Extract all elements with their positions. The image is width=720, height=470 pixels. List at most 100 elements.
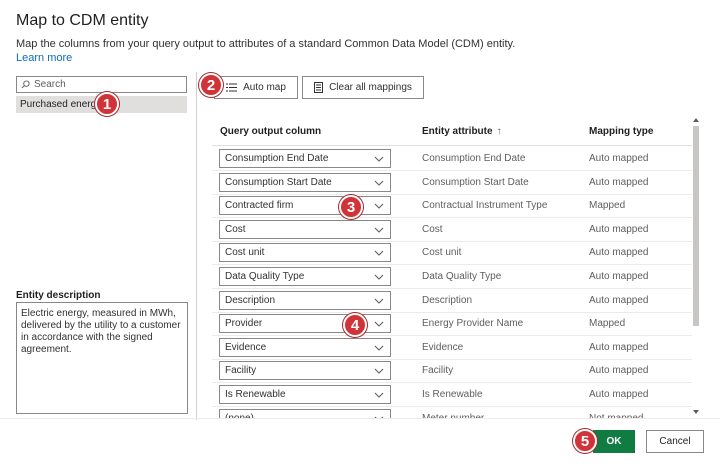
auto-map-label: Auto map bbox=[243, 82, 286, 93]
chevron-down-icon bbox=[374, 298, 384, 304]
mapping-type-cell: Auto mapped bbox=[589, 176, 649, 188]
query-column-dropdown[interactable]: Data Quality Type bbox=[219, 267, 391, 286]
chevron-down-icon bbox=[374, 345, 384, 351]
table-row: Provider Energy Provider Name Mapped bbox=[212, 312, 692, 337]
header-mapping-type[interactable]: Mapping type bbox=[589, 126, 653, 137]
step-badge-3: 3 bbox=[339, 195, 363, 219]
entity-attribute-cell: Data Quality Type bbox=[422, 271, 502, 282]
query-column-dropdown[interactable]: Facility bbox=[219, 361, 391, 381]
entity-attribute-cell: Is Renewable bbox=[422, 389, 483, 400]
footer-divider bbox=[0, 418, 720, 419]
entity-name: Purchased energy bbox=[20, 99, 102, 110]
table-row: Contracted firm Contractual Instrument Ty… bbox=[212, 194, 692, 219]
cancel-button[interactable]: Cancel bbox=[646, 430, 704, 453]
chevron-down-icon bbox=[374, 251, 384, 257]
query-column-dropdown[interactable]: Is Renewable bbox=[219, 385, 391, 404]
table-row: Consumption End Date Consumption End Date… bbox=[212, 147, 692, 171]
chevron-down-icon bbox=[374, 392, 384, 398]
entity-attribute-cell: Description bbox=[422, 294, 473, 306]
sort-ascending-icon: ↑ bbox=[496, 126, 502, 137]
step-badge-4: 4 bbox=[343, 313, 367, 337]
table-row: Cost unit Cost unit Auto mapped bbox=[212, 241, 692, 266]
step-badge-2: 2 bbox=[199, 73, 223, 97]
step-badge-5: 5 bbox=[573, 429, 597, 453]
chevron-down-icon bbox=[374, 156, 384, 162]
query-column-value: Facility bbox=[225, 365, 257, 377]
document-icon bbox=[314, 82, 324, 93]
entity-attribute-cell: Energy Provider Name bbox=[422, 318, 524, 330]
entity-attribute-cell: Contractual Instrument Type bbox=[422, 200, 548, 212]
table-row: Cost Cost Auto mapped bbox=[212, 218, 692, 242]
query-column-value: Provider bbox=[225, 318, 263, 330]
query-column-dropdown[interactable]: Evidence bbox=[219, 337, 391, 357]
mapping-table: Query output column Entity attribute ↑ Ma… bbox=[212, 116, 692, 418]
clear-all-label: Clear all mappings bbox=[329, 82, 412, 93]
entity-description-text: Electric energy, measured in MWh, delive… bbox=[21, 308, 181, 355]
query-column-value: Cost bbox=[225, 223, 246, 235]
mapping-type-cell: Auto mapped bbox=[589, 294, 649, 306]
query-column-value: Is Renewable bbox=[225, 389, 286, 400]
query-column-value: Evidence bbox=[225, 341, 267, 353]
query-column-value: Description bbox=[225, 294, 276, 306]
list-icon bbox=[226, 83, 238, 92]
table-row: Description Description Auto mapped bbox=[212, 289, 692, 313]
query-column-dropdown[interactable]: Contracted firm bbox=[219, 196, 391, 216]
table-row: Is Renewable Is Renewable Auto mapped bbox=[212, 383, 692, 407]
entity-attribute-cell: Facility bbox=[422, 365, 454, 377]
dialog-description: Map the columns from your query output t… bbox=[16, 38, 516, 50]
table-scrollbar[interactable] bbox=[692, 116, 700, 418]
chevron-down-icon bbox=[374, 203, 384, 209]
query-column-value: Contracted firm bbox=[225, 200, 294, 212]
entity-attribute-cell: Cost unit bbox=[422, 247, 462, 259]
table-row: Evidence Evidence Auto mapped bbox=[212, 336, 692, 360]
query-column-value: Cost unit bbox=[225, 247, 265, 259]
header-entity-attribute[interactable]: Entity attribute ↑ bbox=[422, 126, 502, 137]
query-column-value: Consumption Start Date bbox=[225, 176, 332, 188]
dialog-title: Map to CDM entity bbox=[16, 12, 149, 29]
query-column-dropdown[interactable]: Cost bbox=[219, 219, 391, 239]
search-input[interactable]: Search bbox=[16, 76, 187, 93]
ok-button[interactable]: OK bbox=[593, 430, 635, 453]
scrollbar-thumb[interactable] bbox=[693, 126, 699, 326]
query-column-value: Data Quality Type bbox=[225, 271, 305, 282]
query-column-dropdown[interactable]: Consumption Start Date bbox=[219, 172, 391, 192]
panel-divider bbox=[196, 72, 197, 420]
entity-attribute-cell: Consumption End Date bbox=[422, 153, 526, 164]
mapping-type-cell: Auto mapped bbox=[589, 271, 649, 282]
entity-description-label: Entity description bbox=[16, 290, 101, 301]
scroll-down-icon[interactable] bbox=[692, 408, 700, 416]
mapping-type-cell: Auto mapped bbox=[589, 389, 649, 400]
auto-map-button[interactable]: Auto map bbox=[214, 76, 298, 99]
search-placeholder: Search bbox=[34, 79, 66, 90]
query-column-dropdown[interactable]: Consumption End Date bbox=[219, 149, 391, 168]
learn-more-link[interactable]: Learn more bbox=[16, 52, 72, 64]
entity-description-box: Electric energy, measured in MWh, delive… bbox=[16, 302, 188, 414]
mapping-type-cell: Auto mapped bbox=[589, 341, 649, 353]
mapping-type-cell: Auto mapped bbox=[589, 223, 649, 235]
chevron-down-icon bbox=[374, 274, 384, 280]
entity-attribute-cell: Consumption Start Date bbox=[422, 176, 529, 188]
table-row: (none)Meter numberNot mapped bbox=[212, 407, 692, 418]
mapping-type-cell: Auto mapped bbox=[589, 365, 649, 377]
clear-all-mappings-button[interactable]: Clear all mappings bbox=[302, 76, 424, 99]
entity-attribute-cell: Cost bbox=[422, 223, 443, 235]
header-query-output-column[interactable]: Query output column bbox=[220, 126, 321, 137]
step-badge-1: 1 bbox=[95, 92, 119, 116]
chevron-down-icon bbox=[374, 321, 384, 327]
table-row: Data Quality Type Data Quality Type Auto m… bbox=[212, 265, 692, 289]
table-header: Query output column Entity attribute ↑ Ma… bbox=[212, 116, 692, 146]
chevron-down-icon bbox=[374, 369, 384, 375]
table-row: Facility Facility Auto mapped bbox=[212, 359, 692, 384]
query-column-dropdown[interactable]: Description bbox=[219, 290, 391, 310]
mapping-type-cell: Mapped bbox=[589, 200, 626, 212]
table-row: Consumption Start Date Consumption Start … bbox=[212, 171, 692, 195]
chevron-down-icon bbox=[374, 227, 384, 233]
query-column-value: Consumption End Date bbox=[225, 153, 329, 164]
scroll-up-icon[interactable] bbox=[692, 116, 700, 124]
mapping-type-cell: Mapped bbox=[589, 318, 626, 330]
query-column-dropdown[interactable]: (none) bbox=[219, 408, 391, 418]
search-icon bbox=[21, 80, 30, 89]
query-column-dropdown[interactable]: Cost unit bbox=[219, 243, 391, 263]
mapping-type-cell: Auto mapped bbox=[589, 153, 649, 164]
mapping-type-cell: Auto mapped bbox=[589, 247, 649, 259]
